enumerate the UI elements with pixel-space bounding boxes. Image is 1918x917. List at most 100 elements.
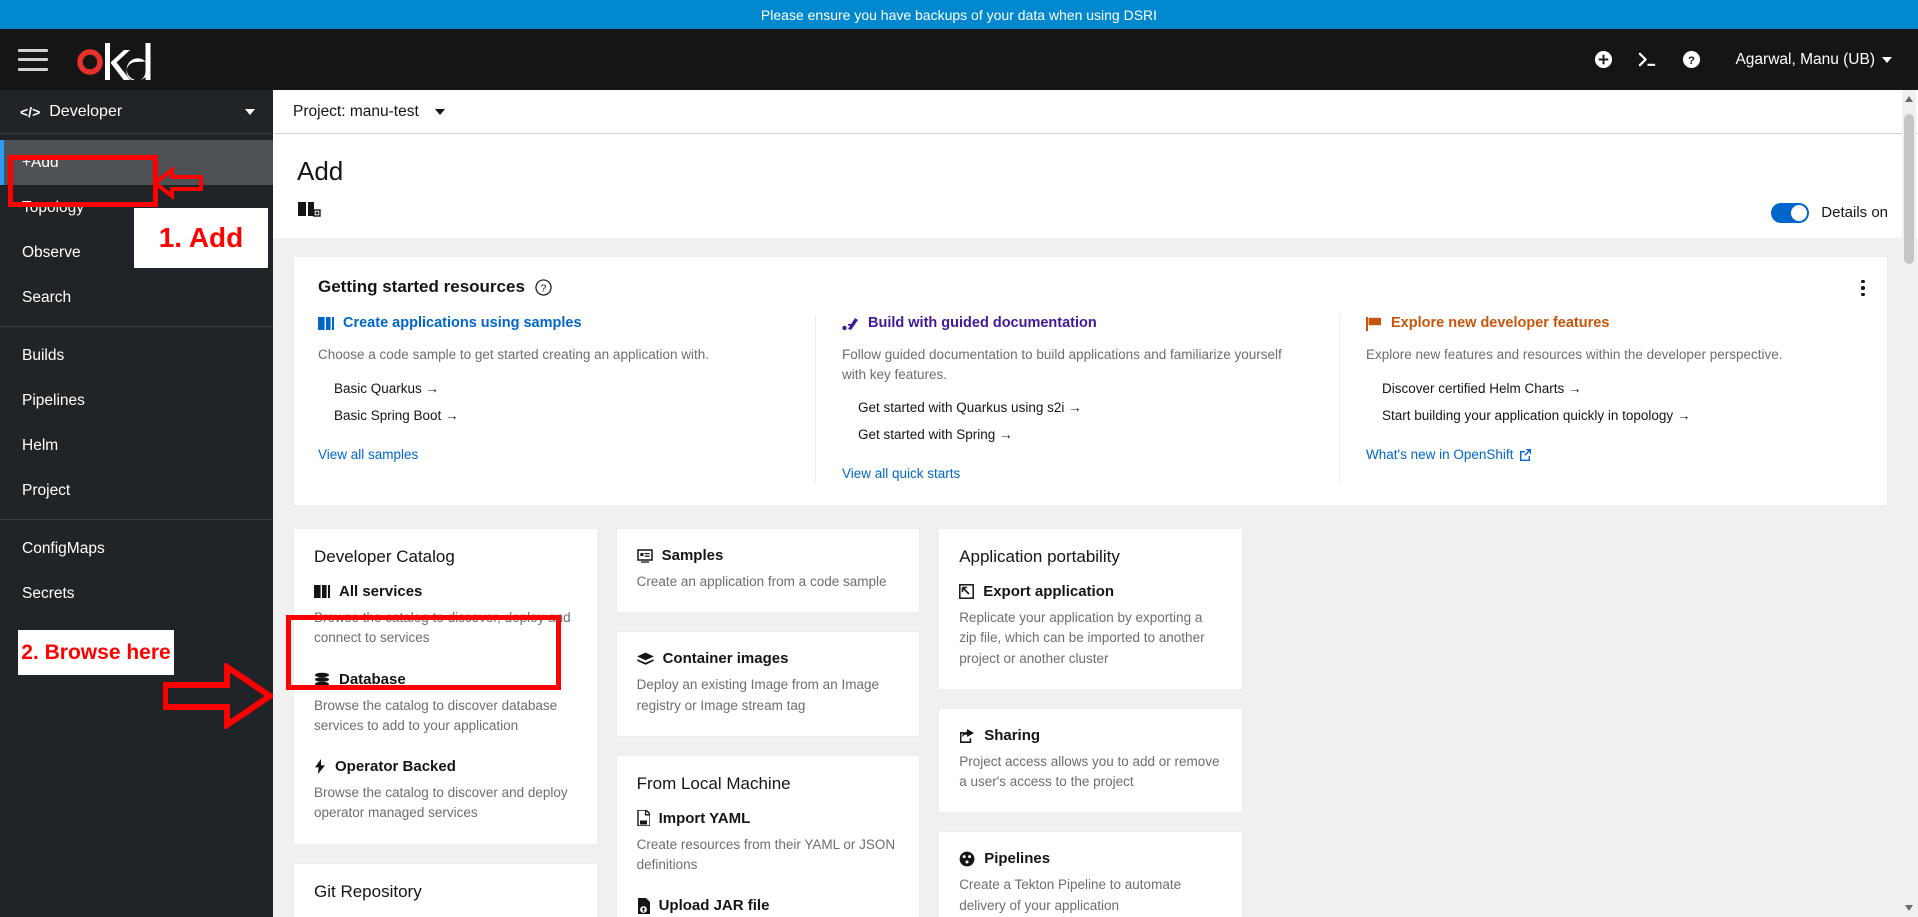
project-selector[interactable]: Project: manu-test [273,90,1918,134]
footer-label: View all samples [318,446,419,462]
tile-item-container-images[interactable]: Container images Deploy an existing Imag… [637,650,900,716]
tile-item-desc: Create resources from their YAML or JSON… [636,836,896,873]
sidebar-item-search[interactable]: Search [0,275,273,320]
tile-item-title-row[interactable]: Import YAML [636,810,900,827]
tile-item-upload-jar-file[interactable]: Upload JAR file Upload a JAR file from y… [637,897,900,917]
jar-upload-icon [637,897,650,914]
tile-item-export-application[interactable]: Export application Replicate your applic… [959,583,1222,669]
column-desc: Explore new features and resources withi… [1366,347,1783,362]
svg-text:?: ? [541,283,547,294]
terminal-icon[interactable] [1625,38,1669,82]
sidebar-item-add[interactable]: +Add [0,140,273,185]
sidebar-item-topology[interactable]: Topology [0,185,273,230]
hamburger-menu-icon[interactable] [18,48,48,71]
scroll-up-icon[interactable] [1905,96,1913,102]
guided-documentation-icon [842,315,859,331]
tile-item-desc: Replicate your application by exporting … [959,610,1205,666]
yaml-file-icon [636,810,650,827]
build-with-guided-documentation-link[interactable]: Build with guided documentation [842,315,1313,331]
tile-item-desc: Browse the catalog to discover and deplo… [314,785,568,821]
perspective-switcher[interactable]: </> Developer [0,90,273,134]
plus-circle-icon[interactable] [1581,38,1625,82]
guided-tour-icon[interactable] [297,199,321,226]
quickstart-link-spring[interactable]: Get started with Spring → [858,427,1313,442]
sidebar-item-secrets[interactable]: Secrets [0,571,273,616]
sidebar-item-observe[interactable]: Observe [0,230,273,275]
tile-item-title-row[interactable]: Upload JAR file [637,897,900,914]
getting-started-column-features: Explore new developer features Explore n… [1339,315,1863,484]
sidebar-item-builds[interactable]: Builds [0,333,273,378]
whats-new-in-openshift-link[interactable]: What's new in OpenShift [1366,447,1532,462]
column-title: Build with guided documentation [868,315,1097,331]
database-icon [314,672,330,687]
okd-logo[interactable] [74,40,152,80]
sidebar-item-helm[interactable]: Helm [0,423,273,468]
sample-link-basic-spring-boot[interactable]: Basic Spring Boot → [334,408,789,423]
kebab-menu-icon[interactable] [1853,275,1873,301]
column-links: Basic Quarkus → Basic Spring Boot → [318,381,789,423]
sidebar-group-1: +Add Topology Observe Search [0,134,273,326]
view-all-quick-starts-link[interactable]: View all quick starts [842,466,960,481]
tile-item-title-row[interactable]: Sharing [959,727,1222,744]
tile-item-title-row[interactable]: Container images [636,650,900,668]
sidebar-item-label: Helm [22,436,59,454]
sidebar-item-label: Observe [22,243,81,261]
tile-item-all-services[interactable]: All services Browse the catalog to disco… [314,583,577,649]
feature-link-topology[interactable]: Start building your application quickly … [1382,408,1837,423]
operator-bolt-icon [314,759,326,775]
sidebar-item-label: Secrets [22,584,75,602]
tile-item-import-yaml[interactable]: Import YAML Create resources from their … [637,810,900,876]
tile-item-operator-backed[interactable]: Operator Backed Browse the catalog to di… [314,758,577,824]
tile-item-label: Container images [662,650,789,668]
project-label: Project: manu-test [293,102,419,120]
tile-item-label: Database [339,670,406,688]
flag-icon [1366,316,1382,331]
tile-item-pipelines[interactable]: Pipelines Create a Tekton Pipeline to au… [959,850,1222,916]
tile-from-local-machine: From Local Machine Import YAML Create re… [615,754,921,917]
quickstart-link-quarkus-s2i[interactable]: Get started with Quarkus using s2i → [858,400,1313,415]
sidebar-item-configmaps[interactable]: ConfigMaps [0,526,273,571]
body-row: </> Developer +Add Topology Observe Sear… [0,90,1918,917]
scrollbar-thumb[interactable] [1904,114,1914,264]
user-menu[interactable]: Agarwal, Manu (UB) [1731,45,1896,75]
tile-item-title-row[interactable]: Database [314,671,577,688]
feature-link-helm-charts[interactable]: Discover certified Helm Charts → [1382,381,1837,396]
tile-item-label: Upload JAR file [658,897,770,915]
pipelines-tekton-icon [959,851,975,867]
tile-item-sharing[interactable]: Sharing Project access allows you to add… [959,727,1222,793]
tile-item-title-row[interactable]: Pipelines [959,850,1222,867]
alert-banner: Please ensure you have backups of your d… [0,0,1918,29]
tile-item-desc: Browse the catalog to discover, deploy a… [314,610,571,646]
alert-banner-text: Please ensure you have backups of your d… [760,6,1158,23]
tile-item-title-row[interactable]: Samples [636,547,900,565]
sidebar: </> Developer +Add Topology Observe Sear… [0,90,273,917]
tile-item-label: Samples [661,547,724,565]
tile-item-label: Pipelines [984,850,1051,868]
vertical-scrollbar[interactable] [1902,90,1916,917]
tile-item-title-row[interactable]: All services [314,583,577,600]
sidebar-item-project[interactable]: Project [0,468,273,513]
help-icon[interactable]: ? [1669,38,1713,82]
view-all-samples-link[interactable]: View all samples [318,447,418,462]
chevron-down-icon [434,108,445,115]
tile-item-title-row[interactable]: Export application [959,583,1222,600]
tile-item-samples[interactable]: Samples Create an application from a cod… [637,547,900,592]
svg-text:?: ? [1688,55,1695,67]
page-header: Add Details on [273,134,1918,238]
sample-link-basic-quarkus[interactable]: Basic Quarkus → [334,381,789,396]
scroll-down-icon[interactable] [1905,905,1913,911]
sidebar-item-label: Project [22,481,71,499]
tile-heading: Developer Catalog [314,547,455,567]
details-toggle-label: Details on [1821,204,1888,221]
details-toggle[interactable] [1771,202,1810,223]
create-applications-using-samples-link[interactable]: Create applications using samples [318,315,789,331]
tile-item-database[interactable]: Database Browse the catalog to discover … [314,671,577,737]
tile-item-title-row[interactable]: Operator Backed [314,758,577,775]
help-icon[interactable]: ? [535,278,552,296]
explore-new-developer-features-link[interactable]: Explore new developer features [1366,315,1837,331]
tile-samples: Samples Create an application from a cod… [615,528,921,614]
sidebar-item-pipelines[interactable]: Pipelines [0,378,273,423]
content-scroll-area[interactable]: Getting started resources ? Create appli… [273,238,1918,917]
add-tiles-grid: Developer Catalog All services Browse th… [293,528,1888,917]
getting-started-header: Getting started resources ? [318,277,1863,297]
